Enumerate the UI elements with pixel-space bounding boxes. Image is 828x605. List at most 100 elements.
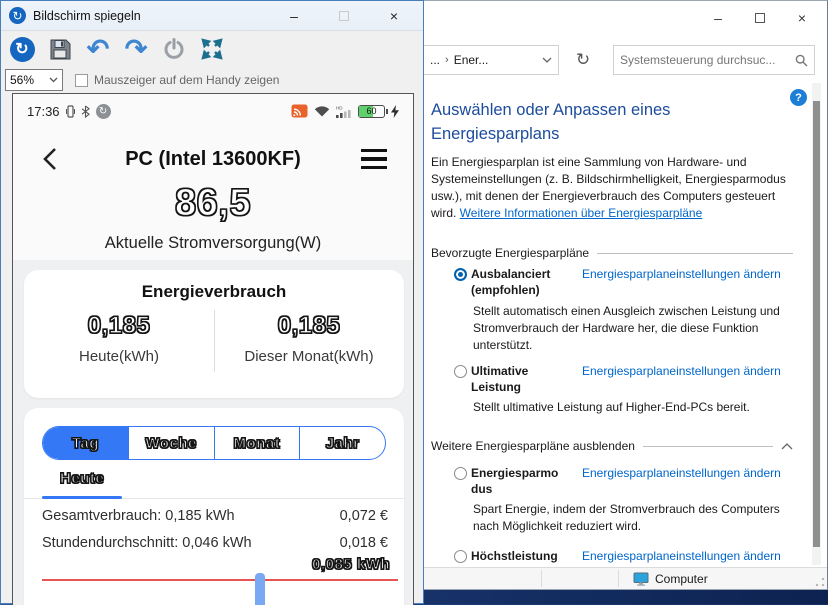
close-button[interactable]: × — [781, 5, 823, 31]
maximize-icon — [339, 10, 349, 21]
subtab-heute[interactable]: Heute — [59, 469, 104, 487]
month-label: Dieser Monat(kWh) — [244, 348, 374, 365]
hourly-average-row: Stundendurchschnitt: 0,046 kWh 0,018 € — [42, 535, 388, 551]
search-box[interactable] — [613, 45, 815, 75]
resize-grip[interactable] — [815, 577, 825, 587]
change-plan-settings-link[interactable]: Energiesparplaneinstellungen ändern — [582, 549, 781, 563]
minimize-button[interactable]: – — [277, 8, 311, 24]
breadcrumb-ellipsis[interactable]: ... — [430, 53, 440, 67]
battery-icon: 60 — [358, 104, 388, 118]
group-more-plans[interactable]: Weitere Energiesparpläne ausblenden — [431, 439, 793, 453]
phone-mirror-screen[interactable]: 17:36 ↻ HD 60 PC (Intel 13600KF) 86,5 Ak… — [12, 93, 414, 605]
scrollbar-thumb[interactable] — [813, 101, 820, 547]
scrollbar-track[interactable] — [812, 83, 821, 565]
panel-titlebar[interactable]: – × — [421, 1, 827, 35]
group-more-label: Weitere Energiesparpläne ausblenden — [431, 439, 635, 453]
radio-ausbalanciert[interactable] — [454, 268, 467, 281]
panel-toolbar: ... › Ener... ↻ — [421, 35, 827, 81]
maximize-button[interactable] — [327, 8, 361, 24]
status-computer-label: Computer — [655, 572, 708, 586]
show-pointer-checkbox[interactable] — [75, 73, 88, 87]
phone-nav-bar: PC (Intel 13600KF) — [13, 138, 413, 180]
chevron-down-icon[interactable] — [542, 57, 552, 63]
total-consumption-row: Gesamtverbrauch: 0,185 kWh 0,072 € — [42, 508, 388, 524]
tab-tag[interactable]: Tag — [43, 427, 129, 459]
help-button[interactable]: ? — [790, 89, 807, 106]
change-plan-settings-link[interactable]: Energiesparplaneinstellungen ändern — [582, 364, 781, 378]
redo-icon: ↷ — [124, 33, 148, 64]
radio-hoechstleistung[interactable] — [454, 550, 467, 563]
save-button[interactable] — [47, 36, 73, 62]
zoom-value: 56% — [10, 73, 35, 87]
refresh-button[interactable]: ↻ — [567, 45, 599, 75]
status-divider — [541, 570, 542, 587]
status-computer: Computer — [633, 568, 708, 590]
hourly-average-label: Stundendurchschnitt: 0,046 kWh — [42, 535, 252, 551]
month-value: 0,185 — [277, 311, 341, 339]
chevron-down-icon — [49, 77, 58, 83]
page-title: Auswählen oder Anpassen eines Energiespa… — [431, 101, 671, 143]
wifi-icon — [314, 106, 330, 117]
address-bar[interactable]: ... › Ener... — [423, 45, 559, 75]
back-icon[interactable] — [43, 147, 57, 171]
plan-name: Höchstleistung — [471, 549, 558, 563]
plan-name: Ultimative Leistung — [471, 364, 529, 394]
group-divider — [642, 445, 773, 447]
sync-active-icon: ↻ — [95, 103, 111, 119]
power-options-window: – × ... › Ener... ↻ ? Auswählen oder Anp… — [420, 0, 828, 590]
change-plan-settings-link[interactable]: Energiesparplaneinstellungen ändern — [582, 267, 781, 281]
svg-text:HD: HD — [336, 105, 343, 110]
maximize-icon — [755, 13, 765, 23]
zoom-select[interactable]: 56% — [5, 69, 63, 91]
threshold-line — [42, 579, 398, 581]
more-info-link[interactable]: Weitere Informationen über Energiesparpl… — [460, 206, 703, 220]
radio-ultimative[interactable] — [454, 365, 467, 378]
menu-icon[interactable] — [361, 149, 387, 169]
sync-button[interactable]: ↻ — [9, 36, 35, 62]
device-title: PC (Intel 13600KF) — [125, 147, 301, 170]
power-icon — [164, 38, 184, 59]
signal-icon: HD — [336, 105, 351, 118]
status-divider — [618, 570, 619, 587]
plan-row-ultimative: Ultimative Leistung Energiesparplaneinst… — [454, 364, 781, 395]
cast-icon — [291, 104, 308, 118]
today-value: 0,185 — [87, 311, 151, 339]
sync-icon: ↻ — [9, 36, 35, 62]
usage-bar — [255, 573, 265, 605]
status-bar: Computer — [421, 567, 827, 589]
mirror-titlebar[interactable]: ↻ Bildschirm spiegeln – × — [1, 1, 423, 31]
hourly-average-cost: 0,018 € — [339, 535, 388, 551]
phone-status-bar: 17:36 ↻ HD 60 — [13, 100, 413, 122]
minimize-button[interactable]: – — [697, 5, 739, 31]
plan-row-ausbalanciert: Ausbalanciert (empfohlen) Energiesparpla… — [454, 267, 781, 298]
intro-text: Ein Energiesparplan ist eine Sammlung vo… — [431, 154, 787, 223]
group-divider — [597, 252, 793, 254]
plan-name: Ausbalanciert (empfohlen) — [471, 267, 551, 297]
energy-consumption-card: Energieverbrauch 0,185 Heute(kWh) 0,185 … — [24, 270, 404, 398]
search-input[interactable] — [620, 53, 795, 67]
fullscreen-button[interactable] — [199, 36, 225, 62]
close-button[interactable]: × — [377, 8, 411, 24]
power-button[interactable] — [161, 36, 187, 62]
breadcrumb-item[interactable]: Ener... — [454, 53, 489, 67]
tab-jahr[interactable]: Jahr — [300, 427, 385, 459]
search-icon — [795, 54, 808, 66]
total-consumption-label: Gesamtverbrauch: 0,185 kWh — [42, 508, 235, 524]
maximize-button[interactable] — [739, 5, 781, 31]
undo-button[interactable]: ↶ — [85, 35, 111, 62]
radio-energiesparmodus[interactable] — [454, 467, 467, 480]
today-label: Heute(kWh) — [78, 348, 160, 365]
chevron-up-icon[interactable] — [781, 442, 793, 450]
charging-icon — [391, 104, 399, 118]
computer-icon — [633, 572, 649, 586]
period-tabs: Tag Woche Monat Jahr — [42, 426, 386, 460]
change-plan-settings-link[interactable]: Energiesparplaneinstellungen ändern — [582, 466, 781, 480]
breadcrumb-separator: › — [445, 54, 449, 66]
tab-woche[interactable]: Woche — [129, 427, 215, 459]
tab-monat[interactable]: Monat — [215, 427, 301, 459]
threshold-label: 0,085 kWh — [312, 555, 391, 573]
group-preferred-plans: Bevorzugte Energiesparpläne — [431, 246, 793, 260]
redo-button[interactable]: ↷ — [123, 33, 149, 64]
plan-row-hoechstleistung: Höchstleistung Energiesparplaneinstellun… — [454, 549, 781, 565]
panel-content: ? Auswählen oder Anpassen eines Energies… — [421, 81, 827, 567]
